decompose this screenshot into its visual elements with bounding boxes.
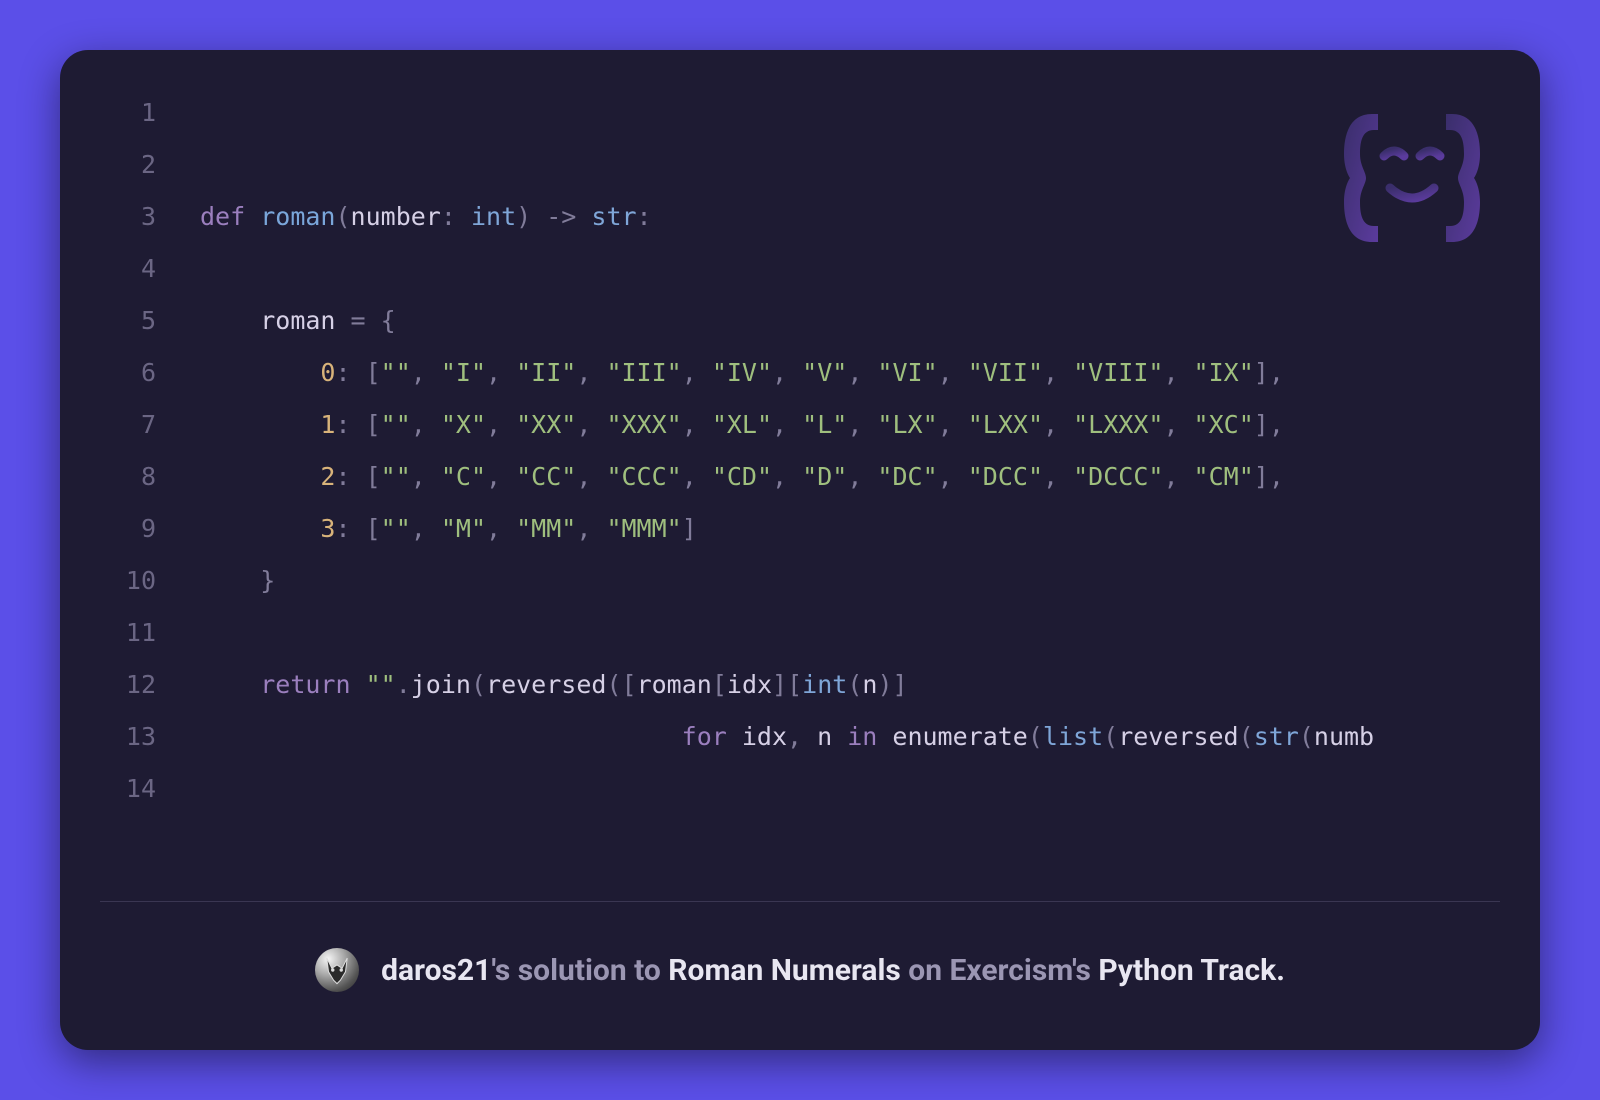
exercism-logo-icon xyxy=(1332,98,1492,258)
line-number: 8 xyxy=(100,462,156,491)
line-number: 2 xyxy=(100,150,156,179)
code-content: 0: ["", "I", "II", "III", "IV", "V", "VI… xyxy=(200,358,1284,387)
code-content: } xyxy=(200,566,275,595)
code-content: roman = { xyxy=(200,306,396,335)
avatar xyxy=(315,948,359,992)
line-number: 1 xyxy=(100,98,156,127)
line-number: 9 xyxy=(100,514,156,543)
code-line: 10 } xyxy=(100,566,1500,618)
line-number: 4 xyxy=(100,254,156,283)
code-line: 6 0: ["", "I", "II", "III", "IV", "V", "… xyxy=(100,358,1500,410)
line-number: 5 xyxy=(100,306,156,335)
line-number: 14 xyxy=(100,774,156,803)
code-content: def roman(number: int) -> str: xyxy=(200,202,652,231)
line-number: 3 xyxy=(100,202,156,231)
code-area: 123def roman(number: int) -> str:45 roma… xyxy=(60,50,1540,901)
code-content: return "".join(reversed([roman[idx][int(… xyxy=(200,670,908,699)
code-line: 3 def roman(number: int) -> str: xyxy=(100,202,1500,254)
code-line: 5 roman = { xyxy=(100,306,1500,358)
credit-track: Python Track. xyxy=(1098,953,1285,988)
avatar-fox-icon xyxy=(320,953,354,987)
code-content: 2: ["", "C", "CC", "CCC", "CD", "D", "DC… xyxy=(200,462,1284,491)
code-content: for idx, n in enumerate(list(reversed(st… xyxy=(200,722,1374,751)
code-line: 13 for idx, n in enumerate(list(reversed… xyxy=(100,722,1500,774)
code-line: 4 xyxy=(100,254,1500,306)
code-content: 1: ["", "X", "XX", "XXX", "XL", "L", "LX… xyxy=(200,410,1284,439)
line-number: 7 xyxy=(100,410,156,439)
code-line: 11 xyxy=(100,618,1500,670)
code-line: 12 return "".join(reversed([roman[idx][i… xyxy=(100,670,1500,722)
code-card: 123def roman(number: int) -> str:45 roma… xyxy=(60,50,1540,1050)
line-number: 6 xyxy=(100,358,156,387)
credit-exercise: Roman Numerals xyxy=(668,953,901,988)
code-lines: 123def roman(number: int) -> str:45 roma… xyxy=(100,98,1500,826)
code-line: 14 xyxy=(100,774,1500,826)
credit-user: daros21 xyxy=(381,953,491,988)
credit-s3: 's xyxy=(1072,953,1098,988)
code-line: 2 xyxy=(100,150,1500,202)
code-line: 7 1: ["", "X", "XX", "XXX", "XL", "L", "… xyxy=(100,410,1500,462)
line-number: 11 xyxy=(100,618,156,647)
credit-s2: on Exercism xyxy=(901,953,1072,988)
credit-line: daros21's solution to Roman Numerals on … xyxy=(381,953,1285,988)
code-line: 9 3: ["", "M", "MM", "MMM"] xyxy=(100,514,1500,566)
code-content: 3: ["", "M", "MM", "MMM"] xyxy=(200,514,697,543)
line-number: 10 xyxy=(100,566,156,595)
footer: daros21's solution to Roman Numerals on … xyxy=(60,902,1540,1050)
credit-s1: 's solution to xyxy=(491,953,668,988)
line-number: 13 xyxy=(100,722,156,751)
line-number: 12 xyxy=(100,670,156,699)
code-line: 1 xyxy=(100,98,1500,150)
code-line: 8 2: ["", "C", "CC", "CCC", "CD", "D", "… xyxy=(100,462,1500,514)
